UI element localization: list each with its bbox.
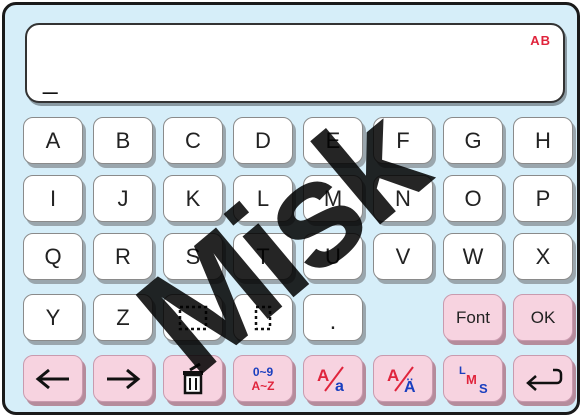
key-label: J (117, 185, 129, 211)
key-g[interactable]: G (443, 117, 503, 164)
key-l[interactable]: L (233, 175, 293, 222)
key-label: U (325, 243, 341, 269)
key-label: S (185, 243, 201, 269)
cursor-left-button[interactable] (23, 355, 83, 402)
key-period[interactable]: . (303, 294, 363, 341)
font-label: Font (455, 307, 491, 327)
key-a[interactable]: A (23, 117, 83, 164)
key-x[interactable]: X (513, 233, 573, 280)
key-r[interactable]: R (93, 233, 153, 280)
cursor-right-button[interactable] (93, 355, 153, 402)
delete-button[interactable] (163, 355, 223, 402)
num-mode-top: 0~9 (252, 364, 274, 379)
space-wide-key[interactable] (163, 294, 223, 341)
key-s[interactable]: S (163, 233, 223, 280)
ok-button[interactable]: OK (513, 294, 573, 341)
size-l-label: L (459, 365, 466, 377)
key-q[interactable]: Q (23, 233, 83, 280)
key-label: C (185, 127, 201, 153)
key-label: T (256, 243, 270, 269)
enter-button[interactable] (513, 355, 573, 402)
accent-toggle-button[interactable]: A Ä (373, 355, 433, 402)
num-mode-bottom: A~Z (251, 378, 275, 393)
key-o[interactable]: O (443, 175, 503, 222)
key-d[interactable]: D (233, 117, 293, 164)
key-label: Y (45, 304, 61, 330)
key-k[interactable]: K (163, 175, 223, 222)
key-label: D (255, 127, 271, 153)
key-b[interactable]: B (93, 117, 153, 164)
arrow-left-icon (35, 368, 69, 389)
key-label: A (45, 127, 61, 153)
key-p[interactable]: P (513, 175, 573, 222)
key-z[interactable]: Z (93, 294, 153, 341)
arrow-right-icon (107, 368, 141, 389)
key-label: R (115, 243, 131, 269)
number-mode-button[interactable]: 0~9 A~Z (233, 355, 293, 402)
accent-upper-label: A (387, 366, 399, 385)
size-m-label: M (466, 372, 477, 387)
key-label: B (115, 127, 131, 153)
key-label: L (256, 185, 270, 211)
key-label: O (464, 185, 482, 211)
key-label: V (395, 243, 411, 269)
case-upper-label: A (317, 366, 329, 385)
case-toggle-button[interactable]: A a (303, 355, 363, 402)
key-i[interactable]: I (23, 175, 83, 222)
case-toggle-icon: A a (317, 366, 344, 395)
key-label: K (185, 185, 201, 211)
key-y[interactable]: Y (23, 294, 83, 341)
case-lower-label: a (335, 378, 344, 395)
return-arrow-icon (526, 368, 563, 391)
dotted-square-narrow-icon (254, 305, 272, 330)
dotted-square-wide-icon (178, 305, 208, 330)
key-label: P (535, 185, 551, 211)
key-label: N (395, 185, 411, 211)
key-label: F (396, 127, 410, 153)
size-s-label: S (479, 381, 488, 396)
key-label: W (462, 243, 484, 269)
trash-delete-icon (183, 362, 203, 394)
space-narrow-key[interactable] (233, 294, 293, 341)
key-w[interactable]: W (443, 233, 503, 280)
key-f[interactable]: F (373, 117, 433, 164)
size-toggle-button[interactable]: L M S (443, 355, 503, 402)
key-v[interactable]: V (373, 233, 433, 280)
key-e[interactable]: E (303, 117, 363, 164)
mode-indicator: AB (530, 33, 551, 48)
key-t[interactable]: T (233, 233, 293, 280)
accent-toggle-icon: A Ä (387, 366, 416, 395)
key-label: X (535, 243, 551, 269)
accent-lower-label: Ä (404, 378, 416, 395)
ok-label: OK (530, 307, 556, 327)
text-cursor: _ (43, 65, 58, 95)
key-m[interactable]: M (303, 175, 363, 222)
key-j[interactable]: J (93, 175, 153, 222)
font-button[interactable]: Font (443, 294, 503, 341)
key-label: H (535, 127, 551, 153)
key-n[interactable]: N (373, 175, 433, 222)
key-h[interactable]: H (513, 117, 573, 164)
key-label: Q (44, 243, 62, 269)
key-label: I (49, 185, 57, 211)
key-u[interactable]: U (303, 233, 363, 280)
key-label: E (325, 127, 341, 153)
key-label: G (464, 127, 482, 153)
size-toggle-icon: L M S (459, 365, 488, 396)
key-label: . (329, 307, 337, 335)
key-label: M (323, 185, 343, 211)
keyboard-panel: AB _ A B C D E F G H I J K L M N O P Q R… (2, 2, 580, 415)
text-display: AB _ (25, 23, 565, 103)
key-c[interactable]: C (163, 117, 223, 164)
key-label: Z (116, 304, 130, 330)
